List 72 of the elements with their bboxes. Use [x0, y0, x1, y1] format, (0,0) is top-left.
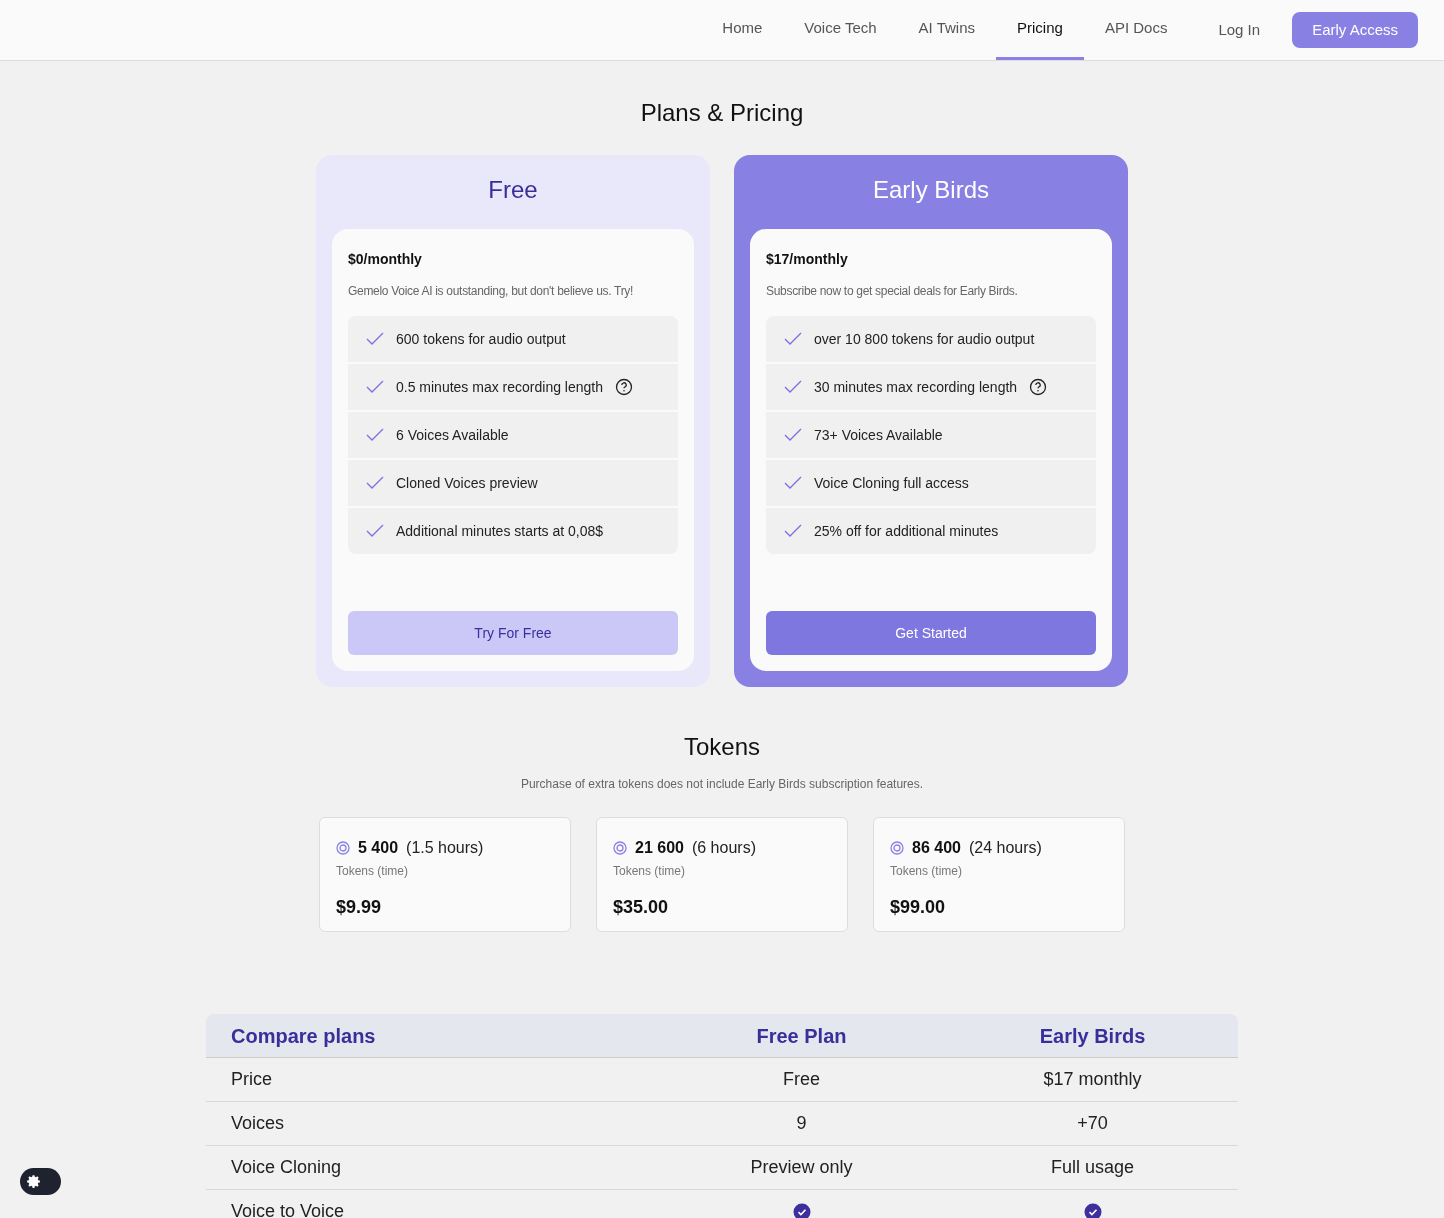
- help-icon[interactable]: [615, 378, 633, 396]
- feature-text: Additional minutes starts at 0,08$: [396, 521, 603, 541]
- check-icon: [784, 380, 802, 394]
- column-header: Early Birds: [1038, 1023, 1147, 1049]
- token-time: (24 hours): [968, 838, 1042, 858]
- nav-link[interactable]: AI Twins: [897, 0, 996, 60]
- token-card[interactable]: 21 600 (6 hours) Tokens (time) $35.00: [596, 817, 848, 932]
- token-card[interactable]: 5 400 (1.5 hours) Tokens (time) $9.99: [319, 817, 571, 932]
- table-cell-text: Full usage: [1049, 1156, 1136, 1179]
- plan-price: $0/monthly: [348, 250, 423, 269]
- token-icon: [613, 841, 627, 855]
- token-amount: 86 400: [912, 838, 961, 858]
- check-icon: [784, 524, 802, 538]
- plan-name: Early Birds: [872, 175, 990, 205]
- feature-text: 73+ Voices Available: [814, 425, 943, 445]
- token-price: $99.00: [890, 896, 947, 919]
- plan-description: Gemelo Voice AI is outstanding, but don't believe us. Try!: [348, 283, 635, 300]
- token-icon: [336, 841, 350, 855]
- token-label: Tokens (time): [336, 863, 410, 880]
- check-icon: [784, 428, 802, 442]
- page-title: Plans & Pricing: [639, 98, 805, 128]
- column-header: Free Plan: [755, 1023, 848, 1049]
- feature-text: 6 Voices Available: [396, 425, 509, 445]
- token-label: Tokens (time): [890, 863, 964, 880]
- nav-link[interactable]: Pricing: [996, 0, 1084, 60]
- token-time: (1.5 hours): [406, 838, 484, 858]
- table-cell-text: +70: [1076, 1112, 1109, 1135]
- token-card[interactable]: 86 400 (24 hours) Tokens (time) $99.00: [873, 817, 1125, 932]
- token-price: $9.99: [336, 896, 383, 919]
- token-icon: [890, 841, 904, 855]
- login-link[interactable]: Log In: [1218, 18, 1261, 42]
- token-amount: 5 400: [358, 838, 399, 858]
- feature-text: Voice Cloning full access: [814, 473, 969, 493]
- feature-text: Cloned Voices preview: [396, 473, 538, 493]
- settings-toggle[interactable]: [20, 1168, 61, 1195]
- feature-text: over 10 800 tokens for audio output: [814, 329, 1035, 349]
- plan-button[interactable]: Try For Free: [348, 611, 678, 655]
- feature-text: 0.5 minutes max recording length: [396, 377, 603, 397]
- nav-link[interactable]: Home: [701, 0, 784, 60]
- check-icon: [366, 380, 384, 394]
- token-label: Tokens (time): [613, 863, 687, 880]
- token-price: $35.00: [613, 896, 670, 919]
- check-icon: [366, 428, 384, 442]
- feature-text: 25% off for additional minutes: [814, 521, 999, 541]
- help-icon[interactable]: [1029, 378, 1048, 396]
- plan-name: Free: [487, 175, 539, 205]
- table-cell-text: 9: [795, 1112, 808, 1135]
- section-subtitle: Purchase of extra tokens does not include Early Birds subscription features.: [519, 776, 925, 793]
- section-title: Tokens: [682, 732, 761, 762]
- plan-price: $17/monthly: [766, 250, 849, 269]
- check-icon: [366, 524, 384, 538]
- plan-button[interactable]: Get Started: [766, 611, 1096, 655]
- column-header: Compare plans: [230, 1023, 377, 1049]
- check-icon: [784, 476, 802, 490]
- table-cell-text: Preview only: [749, 1156, 854, 1179]
- settings-icon: [25, 1173, 42, 1190]
- nav-link[interactable]: Voice Tech: [783, 0, 898, 60]
- row-label: Voice to Voice: [230, 1200, 346, 1218]
- feature-text: 30 minutes max recording length: [814, 377, 1018, 397]
- table-cell-text: $17 monthly: [1042, 1068, 1143, 1091]
- check-icon: [366, 332, 384, 346]
- plan-description: Subscribe now to get special deals for Early Birds.: [766, 283, 1019, 300]
- check-icon: [784, 332, 802, 346]
- feature-text: 600 tokens for audio output: [396, 329, 566, 349]
- nav-link[interactable]: API Docs: [1083, 0, 1189, 60]
- check-icon: [366, 476, 384, 490]
- table-cell-text: Free: [782, 1068, 821, 1091]
- row-label: Price: [230, 1068, 273, 1091]
- token-amount: 21 600: [635, 838, 684, 858]
- token-time: (6 hours): [691, 838, 756, 858]
- row-label: Voices: [230, 1112, 286, 1135]
- row-label: Voice Cloning: [230, 1156, 343, 1179]
